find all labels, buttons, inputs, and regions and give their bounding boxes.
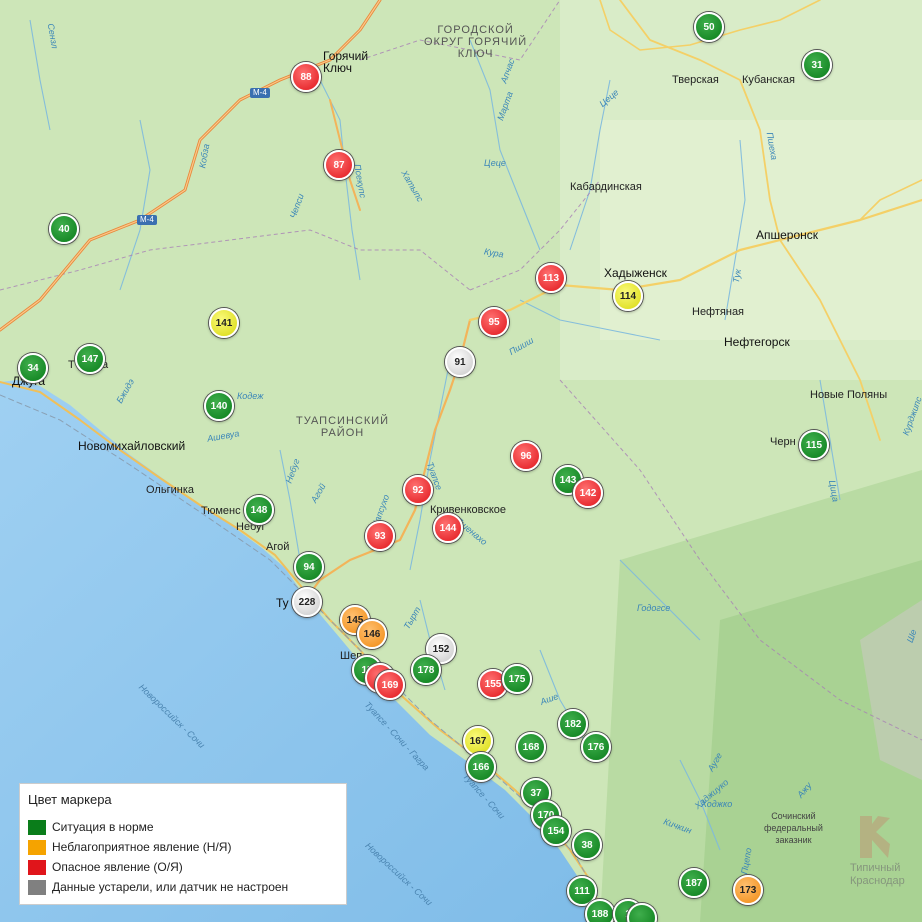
sensor-marker-normal[interactable]: 38 — [572, 830, 602, 860]
legend-label: Ситуация в норме — [52, 820, 154, 834]
watermark-logo-icon — [860, 816, 890, 858]
sensor-marker-normal[interactable]: 182 — [558, 709, 588, 739]
sensor-marker-stale[interactable]: 91 — [445, 347, 475, 377]
legend-label: Неблагоприятное явление (Н/Я) — [52, 840, 232, 854]
legend-swatch-stale — [28, 879, 46, 895]
sensor-marker-normal[interactable]: 168 — [516, 732, 546, 762]
sensor-marker-yellow[interactable]: 114 — [613, 281, 643, 311]
sensor-marker-normal[interactable]: 40 — [49, 214, 79, 244]
sensor-marker-dangerous[interactable]: 92 — [403, 475, 433, 505]
sensor-marker-dangerous[interactable]: 88 — [291, 62, 321, 92]
sensor-marker-dangerous[interactable]: 96 — [511, 441, 541, 471]
sensor-marker-dangerous[interactable]: 144 — [433, 513, 463, 543]
sensor-marker-normal[interactable]: 31 — [802, 50, 832, 80]
road-shield-m4: М-4 — [137, 215, 157, 225]
sensor-marker-dangerous[interactable]: 142 — [573, 478, 603, 508]
legend-label: Данные устарели, или датчик не настроен — [52, 880, 289, 894]
sensor-marker-normal[interactable]: 176 — [581, 732, 611, 762]
sensor-marker-normal[interactable]: 154 — [541, 816, 571, 846]
sensor-marker-normal[interactable]: 147 — [75, 344, 105, 374]
sensor-marker-normal[interactable]: 115 — [799, 430, 829, 460]
legend-item-normal: Ситуация в норме — [28, 817, 338, 837]
sensor-marker-normal[interactable]: 166 — [466, 752, 496, 782]
road-shield-m4: М-4 — [250, 88, 270, 98]
legend-title: Цвет маркера — [28, 792, 112, 807]
sensor-marker-unfavorable[interactable]: 173 — [733, 875, 763, 905]
sensor-marker-dangerous[interactable]: 95 — [479, 307, 509, 337]
legend-item-unfavorable: Неблагоприятное явление (Н/Я) — [28, 837, 338, 857]
map-view[interactable]: Горячий Ключ ГОРОДСКОЙ ОКРУГ ГОРЯЧИЙ КЛЮЧ… — [0, 0, 922, 922]
legend-item-dangerous: Опасное явление (О/Я) — [28, 857, 338, 877]
sensor-marker-dangerous[interactable]: 113 — [536, 263, 566, 293]
legend-label: Опасное явление (О/Я) — [52, 860, 183, 874]
legend-item-stale: Данные устарели, или датчик не настроен — [28, 877, 338, 897]
sensor-marker-normal[interactable]: 178 — [411, 655, 441, 685]
sensor-marker-unfavorable[interactable]: 146 — [357, 619, 387, 649]
sensor-marker-normal[interactable]: 50 — [694, 12, 724, 42]
legend-swatch-normal — [28, 819, 46, 835]
sensor-marker-normal[interactable]: 175 — [502, 664, 532, 694]
sensor-marker-normal[interactable]: 187 — [679, 868, 709, 898]
sensor-marker-normal[interactable]: 188 — [585, 899, 615, 922]
sensor-marker-dangerous[interactable]: 93 — [365, 521, 395, 551]
sensor-marker-normal[interactable]: 34 — [18, 353, 48, 383]
sensor-marker-dangerous[interactable]: 87 — [324, 150, 354, 180]
legend-swatch-unfavorable — [28, 839, 46, 855]
sensor-marker-yellow[interactable]: 141 — [209, 308, 239, 338]
sensor-marker-normal[interactable]: 140 — [204, 391, 234, 421]
sensor-marker-normal[interactable]: 94 — [294, 552, 324, 582]
sensor-marker-dangerous[interactable]: 169 — [375, 670, 405, 700]
sensor-marker-stale[interactable]: 228 — [292, 587, 322, 617]
marker-legend: Цвет маркера Ситуация в норме Неблагопри… — [19, 783, 347, 905]
legend-swatch-dangerous — [28, 859, 46, 875]
sensor-marker-normal[interactable]: 148 — [244, 495, 274, 525]
